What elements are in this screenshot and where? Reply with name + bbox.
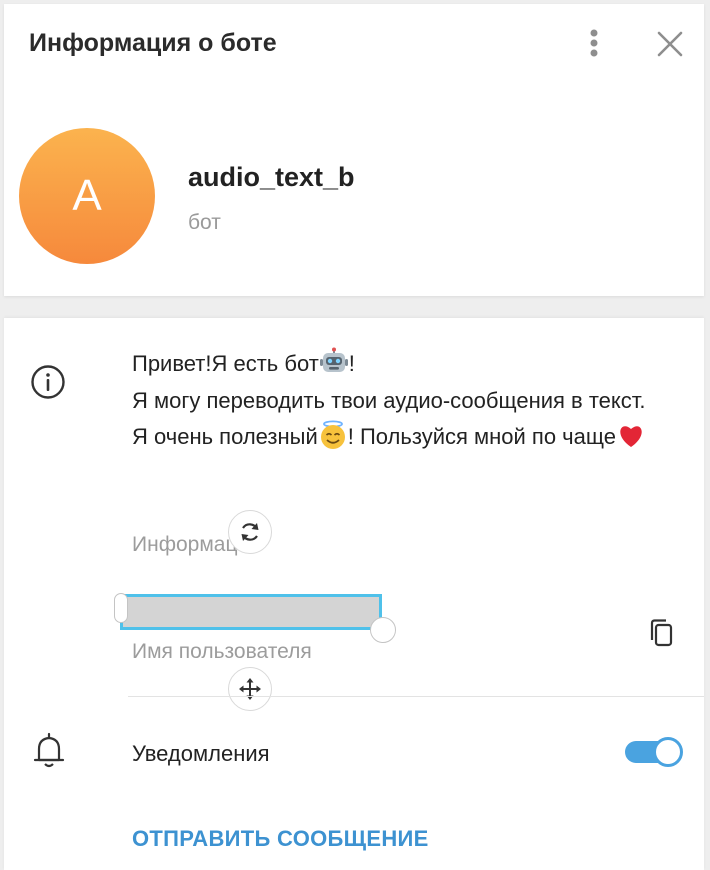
bot-status: бот — [188, 211, 221, 234]
bot-info-panel: Привет!Я есть бот ! Я могу переводить тв… — [4, 318, 704, 870]
description-useful: Я очень полезный — [132, 424, 318, 449]
selection-handle-right[interactable] — [370, 617, 396, 643]
rotate-icon — [241, 523, 259, 541]
bell-icon — [33, 732, 65, 768]
move-icon — [239, 678, 261, 700]
description-greeting: Привет!Я есть бот — [132, 351, 319, 376]
divider — [128, 696, 704, 697]
more-vertical-icon — [590, 29, 598, 57]
description-line-2: Я могу переводить твои аудио-сообщения в… — [132, 387, 646, 413]
username-value-selection[interactable] — [120, 594, 382, 630]
robot-emoji-icon — [319, 347, 348, 373]
username-label: Имя пользователя — [132, 640, 312, 663]
bot-name: audio_text_b — [188, 162, 355, 192]
rotate-handle[interactable] — [228, 510, 272, 554]
selection-handle-left[interactable] — [114, 593, 128, 623]
bot-profile-panel: Информация о боте A audio_text_b бот — [4, 4, 704, 296]
info-icon — [31, 365, 65, 399]
description-useful-end: ! Пользуйся мной по чаще — [347, 424, 616, 449]
halo-emoji-icon — [320, 420, 345, 450]
notifications-label: Уведомления — [132, 741, 270, 766]
more-options-button[interactable] — [576, 26, 612, 66]
notifications-toggle[interactable] — [625, 737, 683, 767]
description-line-3: Я очень полезный ! Пользуйся мной по чащ… — [132, 419, 692, 456]
heart-emoji-icon — [620, 426, 642, 448]
avatar[interactable]: A — [19, 128, 155, 264]
page-title: Информация о боте — [29, 29, 277, 57]
copy-icon[interactable] — [645, 616, 679, 650]
toggle-knob — [653, 737, 683, 767]
send-message-button[interactable]: ОТПРАВИТЬ СООБЩЕНИЕ — [132, 826, 429, 852]
description-line-1: Привет!Я есть бот ! — [132, 346, 692, 383]
close-button[interactable] — [650, 26, 690, 66]
bot-description[interactable]: Привет!Я есть бот ! Я могу переводить тв… — [132, 346, 692, 456]
description-greeting-end: ! — [348, 351, 355, 376]
move-handle[interactable] — [228, 667, 272, 711]
close-icon — [657, 31, 683, 57]
